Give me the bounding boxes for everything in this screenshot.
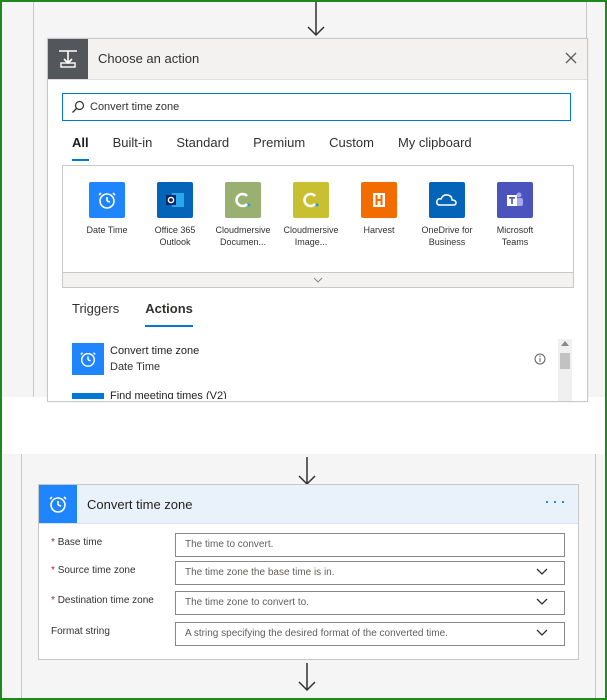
connector-label: Cloudmersive	[283, 225, 339, 235]
connector-label-line2: Business	[428, 237, 466, 247]
card-title: Convert time zone	[87, 497, 193, 512]
required-marker: *	[51, 565, 55, 576]
tab-built-in[interactable]: Built-in	[113, 135, 153, 159]
connector-label-line2: Teams	[501, 237, 529, 247]
info-icon[interactable]	[534, 353, 546, 365]
choose-action-title: Choose an action	[98, 51, 200, 66]
action-title: Find meeting times (V2)	[110, 390, 227, 399]
tab-actions[interactable]: Actions	[145, 301, 193, 327]
clock-icon	[72, 343, 104, 375]
connector-label: Date Time	[86, 225, 128, 235]
connector-cloudmersive-document[interactable]: Cloudmersive Documen...	[209, 182, 277, 248]
connector-harvest[interactable]: Harvest	[345, 182, 413, 248]
scroll-thumb[interactable]	[560, 353, 570, 369]
harvest-icon	[361, 182, 397, 218]
format-string-dropdown[interactable]: A string specifying the desired format o…	[175, 622, 565, 646]
action-search-box[interactable]	[62, 93, 571, 121]
destination-time-zone-dropdown[interactable]: The time zone to convert to.	[175, 591, 565, 615]
outlook-icon	[157, 182, 193, 218]
flow-arrow-down-icon	[307, 2, 325, 37]
outlook-icon	[72, 393, 104, 399]
field-base-time: * Base time The time to convert.	[51, 533, 567, 557]
canvas-border-left	[21, 454, 22, 698]
action-picker-icon	[48, 39, 88, 79]
connector-microsoft-teams[interactable]: Microsoft Teams	[481, 182, 549, 248]
field-source-time-zone: * Source time zone The time zone the bas…	[51, 561, 567, 585]
chevron-down-icon	[536, 568, 548, 575]
close-icon[interactable]	[563, 50, 579, 66]
tab-standard[interactable]: Standard	[176, 135, 229, 159]
trigger-action-tabs: Triggers Actions	[72, 301, 219, 327]
expand-connectors-button[interactable]	[63, 272, 573, 287]
tab-premium[interactable]: Premium	[253, 135, 305, 159]
field-label: * Source time zone	[51, 565, 175, 577]
field-destination-time-zone: * Destination time zone The time zone to…	[51, 591, 567, 615]
canvas-border-left	[33, 2, 34, 397]
connector-label: Harvest	[363, 225, 395, 235]
connector-label-line2: Image...	[294, 237, 328, 247]
field-label: * Base time	[51, 537, 175, 549]
designer-canvas-bottom: Convert time zone ··· * Base time The ti…	[2, 454, 605, 698]
clock-icon	[89, 182, 125, 218]
source-time-zone-dropdown[interactable]: The time zone the base time is in.	[175, 561, 565, 585]
field-placeholder: A string specifying the desired format o…	[185, 628, 448, 639]
canvas-border-right	[595, 454, 596, 698]
tab-all[interactable]: All	[72, 135, 89, 161]
field-label-text: Format string	[51, 626, 110, 637]
cloudmersive-icon	[293, 182, 329, 218]
connector-office365-outlook[interactable]: Office 365 Outlook	[141, 182, 209, 248]
base-time-input[interactable]: The time to convert.	[175, 533, 565, 557]
connector-gallery: Date Time Office 365 Outlook Cloudmersiv…	[62, 165, 574, 288]
tab-my-clipboard[interactable]: My clipboard	[398, 135, 472, 159]
actions-scrollbar[interactable]	[558, 339, 572, 401]
tab-custom[interactable]: Custom	[329, 135, 374, 159]
field-label: Format string	[51, 626, 175, 638]
action-item-find-meeting-times[interactable]: Find meeting times (V2)	[72, 389, 558, 399]
field-label-text: Source time zone	[57, 565, 136, 576]
cloudmersive-icon	[225, 182, 261, 218]
field-format-string: Format string A string specifying the de…	[51, 622, 567, 646]
search-input[interactable]	[90, 101, 530, 113]
connector-label: Cloudmersive	[215, 225, 271, 235]
connector-label: Microsoft	[496, 225, 534, 235]
connector-filter-tabs: All Built-in Standard Premium Custom My …	[72, 135, 496, 161]
field-label-text: Destination time zone	[57, 595, 154, 606]
convert-time-zone-card: Convert time zone ··· * Base time The ti…	[38, 484, 579, 660]
teams-icon	[497, 182, 533, 218]
clock-icon	[39, 485, 77, 523]
connector-cloudmersive-image[interactable]: Cloudmersive Image...	[277, 182, 345, 248]
tab-triggers[interactable]: Triggers	[72, 301, 119, 325]
designer-canvas-top: Choose an action All Built-in Standard P…	[2, 2, 605, 402]
field-placeholder: The time zone the base time is in.	[185, 567, 335, 578]
connector-onedrive-business[interactable]: OneDrive for Business	[413, 182, 481, 248]
action-connector-name: Date Time	[110, 361, 161, 373]
required-marker: *	[51, 595, 55, 606]
search-icon	[72, 100, 85, 113]
chevron-down-icon	[313, 277, 323, 283]
flow-arrow-down-icon	[298, 663, 316, 692]
required-marker: *	[51, 537, 55, 548]
connector-label-line2: Outlook	[159, 237, 191, 247]
connector-date-time[interactable]: Date Time	[73, 182, 141, 248]
field-placeholder: The time to convert.	[185, 539, 274, 550]
chevron-down-icon	[536, 598, 548, 605]
action-item-convert-time-zone[interactable]: Convert time zone Date Time	[72, 343, 558, 375]
field-label-text: Base time	[57, 537, 103, 548]
action-title: Convert time zone	[110, 345, 200, 357]
connector-label: Office 365	[154, 225, 196, 235]
choose-action-card: Choose an action All Built-in Standard P…	[47, 38, 588, 402]
convert-time-zone-header[interactable]: Convert time zone ···	[39, 485, 578, 524]
field-label: * Destination time zone	[51, 595, 175, 607]
onedrive-icon	[429, 182, 465, 218]
field-placeholder: The time zone to convert to.	[185, 597, 309, 608]
choose-action-header: Choose an action	[48, 39, 587, 80]
connector-label-line2: Documen...	[219, 237, 267, 247]
more-options-icon[interactable]: ···	[544, 491, 568, 512]
connector-label: OneDrive for	[421, 225, 473, 235]
scroll-up-icon[interactable]	[561, 341, 569, 346]
chevron-down-icon	[536, 629, 548, 636]
